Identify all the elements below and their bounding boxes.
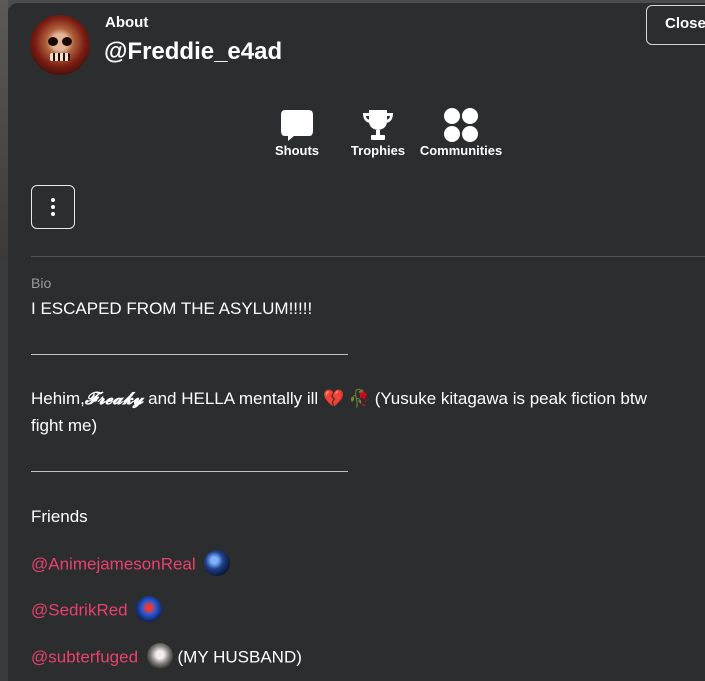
avatar bbox=[30, 15, 90, 75]
nav-trophies[interactable]: Trophies bbox=[348, 105, 408, 158]
bio-line: fight me) bbox=[31, 416, 98, 435]
bio-text: and HELLA mentally ill bbox=[143, 389, 323, 408]
bio-stylized-text: 𝓕𝓻𝓮𝓪𝓴𝔂 bbox=[84, 389, 144, 408]
friend-item: @subterfuged (MY HUSBAND) bbox=[31, 643, 302, 671]
friend-mention-link[interactable]: @SedrikRed bbox=[31, 600, 128, 619]
bio-text: (Yusuke kitagawa is peak fiction btw bbox=[370, 389, 647, 408]
friends-heading: Friends bbox=[31, 507, 88, 526]
broken-heart-icon: 💔 bbox=[322, 389, 345, 408]
about-panel: About @Freddie_e4ad Close Shouts Trophie… bbox=[8, 3, 705, 681]
kebab-icon bbox=[51, 212, 55, 216]
wilted-rose-icon: 🥀 bbox=[348, 389, 371, 408]
communities-dots-icon bbox=[418, 105, 504, 143]
nav-communities[interactable]: Communities bbox=[418, 105, 504, 158]
friend-avatar bbox=[136, 596, 163, 622]
speech-bubble-icon bbox=[272, 105, 322, 143]
avatar-detail bbox=[62, 37, 72, 46]
bio-line: Hehim,𝓕𝓻𝓮𝓪𝓴𝔂 and HELLA mentally ill 💔 🥀 … bbox=[31, 389, 647, 409]
divider bbox=[31, 256, 705, 257]
bio-separator bbox=[31, 354, 348, 355]
friend-avatar bbox=[146, 643, 173, 669]
more-options-button[interactable] bbox=[31, 185, 75, 229]
kebab-icon bbox=[51, 198, 55, 202]
friend-item: @AnimejamesonReal bbox=[31, 550, 231, 578]
bio-text: Hehim, bbox=[31, 389, 85, 408]
friend-note: (MY HUSBAND) bbox=[177, 647, 302, 667]
friend-mention-link[interactable]: @subterfuged bbox=[31, 647, 138, 666]
friend-item: @SedrikRed bbox=[31, 596, 163, 624]
profile-username: @Freddie_e4ad bbox=[104, 38, 283, 65]
avatar-detail bbox=[48, 37, 58, 46]
nav-label: Communities bbox=[419, 143, 503, 158]
close-button[interactable]: Close bbox=[646, 5, 705, 45]
nav-shouts[interactable]: Shouts bbox=[272, 105, 322, 158]
trophy-icon bbox=[348, 105, 408, 143]
friend-mention-link[interactable]: @AnimejamesonReal bbox=[31, 554, 196, 573]
nav-label: Shouts bbox=[274, 143, 320, 158]
avatar-detail bbox=[50, 53, 70, 61]
bio-label: Bio bbox=[31, 275, 52, 291]
nav-label: Trophies bbox=[350, 143, 406, 158]
bio-separator bbox=[31, 471, 348, 472]
about-label: About bbox=[105, 14, 149, 31]
friend-avatar bbox=[204, 550, 231, 576]
kebab-icon bbox=[51, 205, 55, 209]
backdrop-side bbox=[0, 0, 8, 260]
bio-line: I ESCAPED FROM THE ASYLUM!!!!! bbox=[31, 299, 313, 318]
